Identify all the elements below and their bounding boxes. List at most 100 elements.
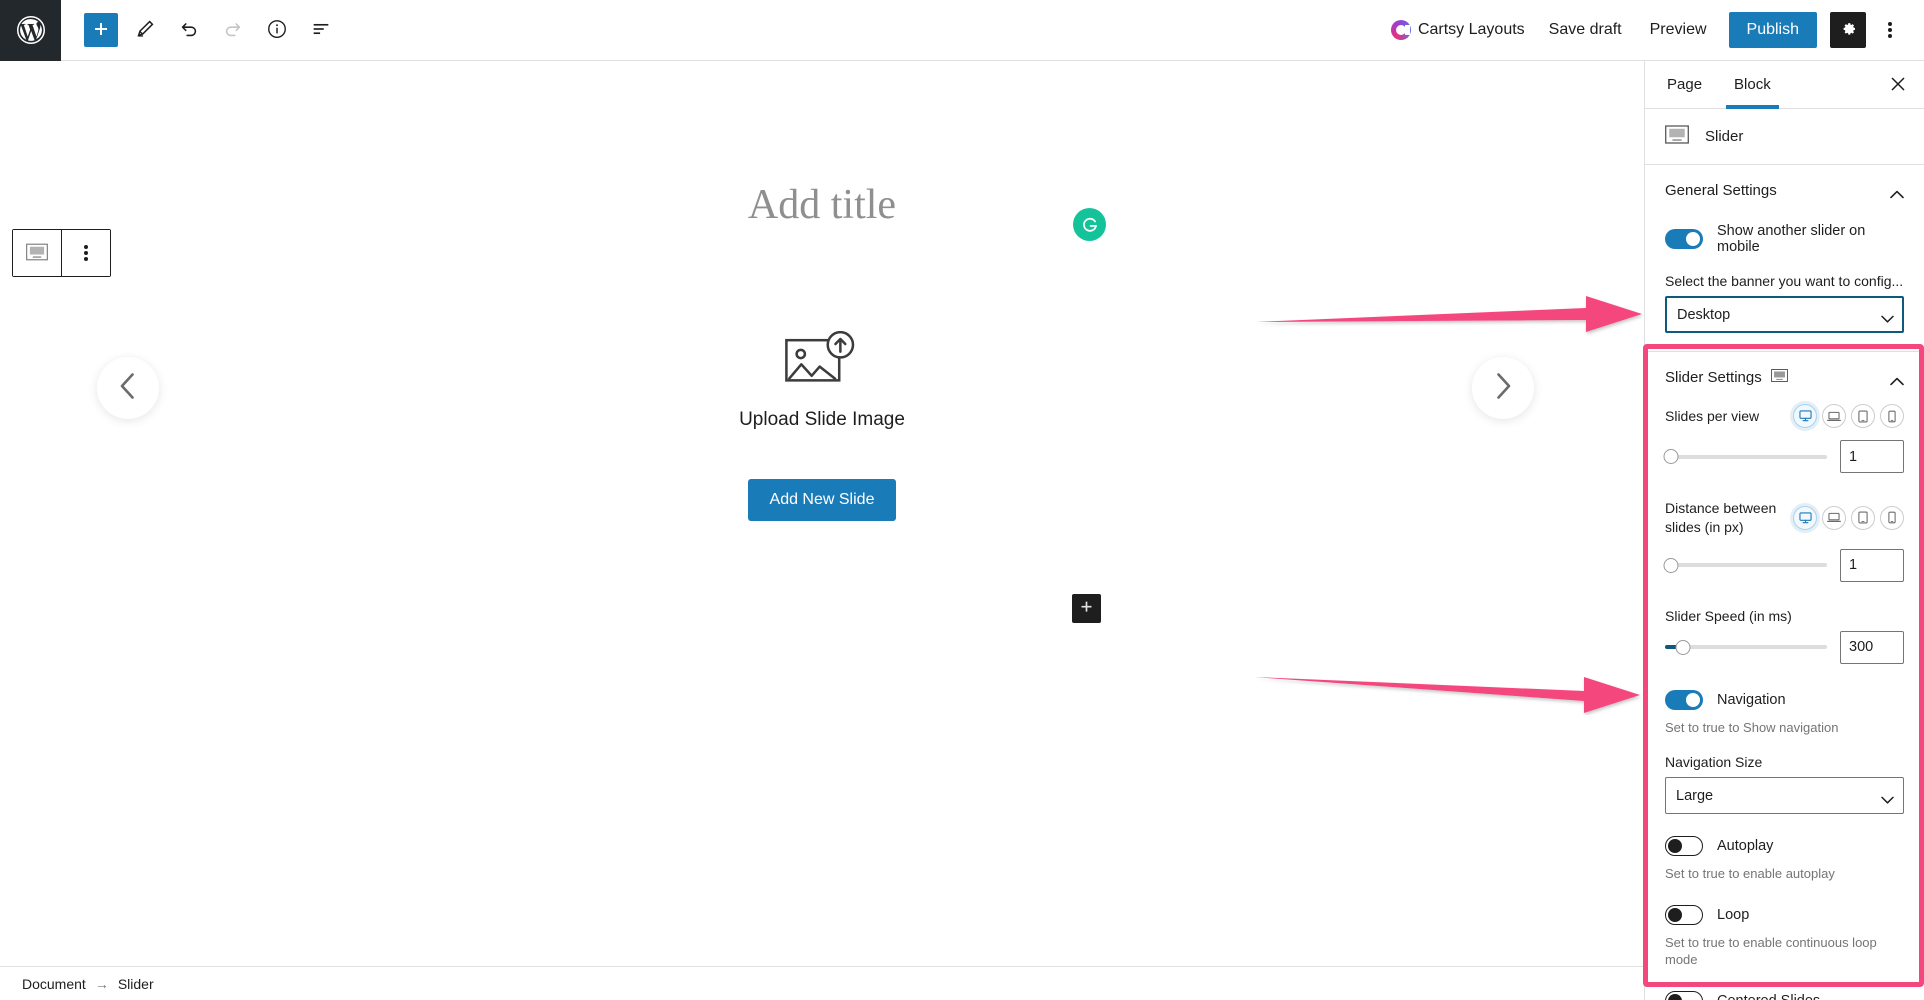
- plus-icon: [1079, 600, 1094, 618]
- block-type-button[interactable]: [13, 230, 61, 276]
- chevron-up-icon: [1890, 373, 1904, 385]
- navigation-toggle[interactable]: [1665, 689, 1703, 710]
- general-settings-title: General Settings: [1665, 181, 1777, 199]
- distance-between-slides-input[interactable]: [1840, 548, 1904, 582]
- slides-per-view-control: [1663, 440, 1904, 473]
- laptop-icon[interactable]: [1822, 505, 1846, 530]
- block-inserter-button[interactable]: [79, 8, 123, 52]
- navigation-size-dropdown[interactable]: Large: [1665, 777, 1904, 815]
- navigation-row: Navigation: [1665, 689, 1904, 710]
- tablet-icon[interactable]: [1851, 404, 1875, 428]
- add-new-slide-button[interactable]: Add New Slide: [747, 479, 897, 521]
- gear-icon: [1838, 19, 1858, 42]
- edit-tool-button[interactable]: [123, 8, 167, 52]
- show-another-slider-label: Show another slider on mobile: [1717, 223, 1866, 255]
- distance-between-slides-label: Distance between slides (in px): [1665, 500, 1777, 535]
- slides-per-view-slider[interactable]: [1663, 447, 1827, 467]
- show-another-slider-toggle[interactable]: [1665, 229, 1703, 249]
- more-options-button[interactable]: [1870, 10, 1910, 50]
- general-settings-header[interactable]: General Settings: [1645, 165, 1924, 215]
- settings-sidebar: Page Block Slider General Settings Show …: [1644, 61, 1924, 1000]
- redo-button[interactable]: [211, 8, 255, 52]
- tablet-icon[interactable]: [1851, 505, 1875, 530]
- centered-slides-toggle[interactable]: [1665, 990, 1703, 1000]
- breadcrumb-item-document[interactable]: Document: [22, 976, 86, 992]
- show-another-slider-row: Show another slider on mobile: [1665, 223, 1904, 255]
- breadcrumb-separator: →: [94, 975, 109, 992]
- desktop-icon[interactable]: [1793, 505, 1817, 530]
- breadcrumb: Document → Slider: [0, 966, 1644, 1000]
- undo-icon: [178, 18, 200, 43]
- loop-help-text: Set to true to enable continuous loop mo…: [1665, 934, 1877, 968]
- list-view-icon: [310, 18, 332, 43]
- undo-button[interactable]: [167, 8, 211, 52]
- general-settings-body: Show another slider on mobile Select the…: [1645, 223, 1924, 351]
- image-upload-icon[interactable]: [784, 330, 860, 393]
- navigation-size-label: Navigation Size: [1665, 754, 1763, 771]
- tab-block[interactable]: Block: [1718, 61, 1787, 109]
- details-button[interactable]: [255, 8, 299, 52]
- slider-settings-header[interactable]: Slider Settings: [1645, 352, 1924, 402]
- editor-top-bar: Cartsy Layouts Save draft Preview Publis…: [0, 0, 1924, 61]
- slider-settings-panel: Slider Settings Slides per view 1 Distan…: [1645, 352, 1924, 1000]
- slides-per-view-device-switcher: [1793, 404, 1904, 428]
- editor-canvas: Add title Upload Slide Image Add New Sli…: [0, 61, 1644, 976]
- slider-speed-input[interactable]: [1840, 630, 1904, 664]
- autoplay-row: Autoplay: [1665, 836, 1904, 857]
- cartsy-logo-icon: [1390, 20, 1411, 40]
- desktop-icon[interactable]: [1793, 404, 1817, 428]
- distance-between-slides-row: Distance between slides (in px): [1665, 499, 1904, 537]
- banner-select-wrapper: Desktop: [1665, 296, 1904, 333]
- banner-select-dropdown[interactable]: Desktop: [1665, 296, 1904, 333]
- breadcrumb-item-slider[interactable]: Slider: [118, 976, 154, 992]
- cartsy-layouts-label: Cartsy Layouts: [1417, 21, 1525, 38]
- tab-page[interactable]: Page: [1651, 61, 1718, 108]
- canvas-inserter-button[interactable]: [1072, 594, 1101, 623]
- kebab-menu-icon: [1888, 20, 1892, 40]
- wordpress-logo[interactable]: [0, 0, 61, 61]
- centered-slides-label: Centered Slides: [1717, 993, 1820, 1000]
- close-sidebar-button[interactable]: [1882, 69, 1914, 101]
- mobile-icon[interactable]: [1880, 505, 1904, 530]
- upload-slide-label: Upload Slide Image: [739, 409, 905, 430]
- list-view-button[interactable]: [299, 8, 343, 52]
- slider-speed-control: [1665, 630, 1904, 664]
- redo-icon: [222, 18, 244, 43]
- slider-block-icon: [1770, 368, 1788, 386]
- publish-button[interactable]: Publish: [1728, 12, 1817, 48]
- autoplay-help-text: Set to true to enable autoplay: [1665, 866, 1835, 882]
- distance-between-slides-slider[interactable]: [1663, 555, 1827, 575]
- slider-settings-title-wrap: Slider Settings: [1665, 369, 1882, 386]
- autoplay-toggle[interactable]: [1665, 836, 1703, 857]
- slides-per-view-row: Slides per view: [1665, 404, 1904, 428]
- centered-slides-row: Centered Slides: [1665, 990, 1904, 1000]
- block-options-button[interactable]: [62, 230, 110, 276]
- sidebar-tabs: Page Block: [1645, 61, 1924, 109]
- slides-per-view-label: Slides per view: [1665, 407, 1760, 424]
- chevron-up-icon: [1890, 186, 1904, 198]
- grammarly-icon[interactable]: [1073, 208, 1106, 241]
- save-draft-button[interactable]: Save draft: [1535, 13, 1636, 47]
- slider-speed-label: Slider Speed (in ms): [1665, 607, 1792, 624]
- loop-toggle[interactable]: [1665, 904, 1703, 925]
- mobile-icon[interactable]: [1880, 404, 1904, 428]
- slider-speed-slider[interactable]: [1665, 637, 1827, 657]
- info-icon: [266, 18, 288, 43]
- laptop-icon[interactable]: [1822, 404, 1846, 428]
- block-card: Slider: [1645, 109, 1924, 165]
- settings-button[interactable]: [1830, 12, 1866, 48]
- cartsy-layouts-button[interactable]: Cartsy Layouts: [1381, 20, 1535, 40]
- slides-per-view-input[interactable]: [1840, 440, 1904, 473]
- loop-row: Loop: [1665, 904, 1904, 925]
- close-icon: [1890, 76, 1906, 95]
- preview-button[interactable]: Preview: [1636, 13, 1721, 47]
- navigation-help-text: Set to true to Show navigation: [1665, 719, 1839, 735]
- slider-settings-title: Slider Settings: [1665, 368, 1762, 386]
- page-title-placeholder[interactable]: Add title: [0, 181, 1644, 229]
- slider-block-icon: [1665, 124, 1689, 149]
- loop-label: Loop: [1717, 906, 1750, 923]
- wordpress-block-editor: Cartsy Layouts Save draft Preview Publis…: [0, 0, 1924, 1000]
- top-bar-right-tools: Cartsy Layouts Save draft Preview Publis…: [1381, 10, 1924, 50]
- block-name-label: Slider: [1705, 128, 1744, 145]
- pencil-icon: [134, 18, 156, 43]
